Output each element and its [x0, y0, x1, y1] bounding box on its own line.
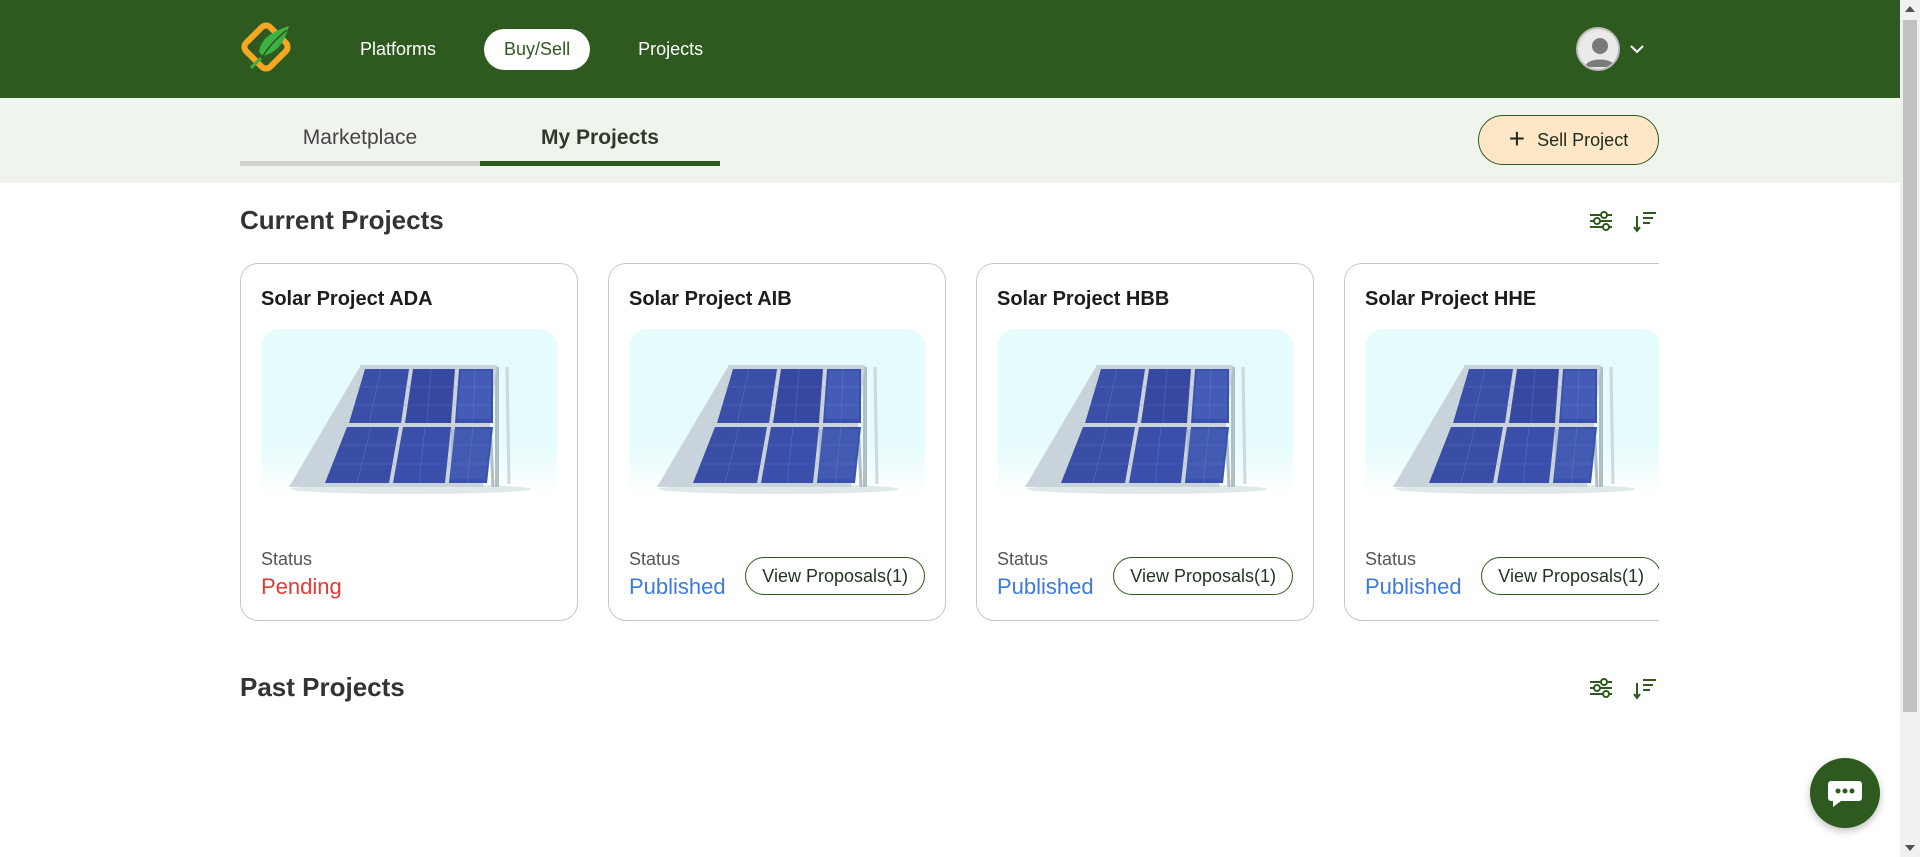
current-projects-carousel[interactable]: Solar Project ADA Status Pending Solar P…: [240, 263, 1659, 621]
project-card-image: [997, 329, 1293, 495]
project-card-footer: Status Pending: [261, 549, 557, 600]
project-cards: Solar Project ADA Status Pending Solar P…: [240, 263, 1659, 621]
view-proposals-button[interactable]: View Proposals(1): [745, 557, 925, 595]
status-label: Status: [1365, 549, 1417, 569]
status-block: Status Pending: [261, 549, 342, 600]
status-block: Status Published: [629, 549, 726, 600]
main-nav: Platforms Buy/Sell Projects: [340, 29, 723, 70]
view-proposals-button[interactable]: View Proposals(1): [1113, 557, 1293, 595]
sub-tab-bar: Marketplace My Projects + Sell Project: [0, 98, 1900, 183]
status-block: Status Published: [997, 549, 1094, 600]
project-card-title: Solar Project HHE: [1365, 288, 1537, 310]
project-card-title: Solar Project AIB: [629, 288, 792, 310]
status-label: Status: [629, 549, 681, 569]
view-proposals-button[interactable]: View Proposals(1): [1481, 557, 1659, 595]
project-card-title: Solar Project ADA: [261, 288, 433, 310]
solar-panel-illustration: [1025, 365, 1267, 494]
project-card[interactable]: Solar Project HHE Status Published View …: [1344, 263, 1659, 621]
filter-sliders-icon[interactable]: [1588, 208, 1614, 234]
solar-panel-illustration: [289, 365, 531, 494]
project-card-title: Solar Project HBB: [997, 288, 1170, 310]
nav-platforms[interactable]: Platforms: [340, 29, 456, 70]
status-value: Published: [629, 574, 726, 599]
sell-project-button[interactable]: + Sell Project: [1478, 115, 1659, 165]
project-card-footer: Status Published View Proposals(1): [629, 549, 925, 600]
status-block: Status Published: [1365, 549, 1462, 600]
sort-icon[interactable]: [1632, 208, 1658, 234]
chevron-down-icon[interactable]: [1628, 40, 1646, 58]
solar-panel-illustration: [1393, 365, 1635, 494]
project-card[interactable]: Solar Project ADA Status Pending: [240, 263, 578, 621]
past-projects-tools: [1588, 675, 1658, 701]
sell-project-label: Sell Project: [1537, 129, 1629, 150]
chat-bubble-icon: [1828, 781, 1862, 807]
plus-icon: +: [1508, 122, 1526, 154]
project-card-image: [629, 329, 925, 495]
current-projects-tools: [1588, 208, 1658, 234]
page-scrollbar[interactable]: [1900, 0, 1920, 857]
logo[interactable]: [239, 18, 317, 80]
past-projects-title: Past Projects: [240, 672, 405, 702]
scroll-down-arrow-icon[interactable]: [1905, 845, 1915, 851]
top-navbar: Platforms Buy/Sell Projects: [0, 0, 1900, 98]
project-card-footer: Status Published View Proposals(1): [997, 549, 1293, 600]
solar-panel-illustration: [657, 365, 899, 494]
user-avatar-icon[interactable]: [1576, 27, 1620, 71]
scroll-up-arrow-icon[interactable]: [1905, 6, 1915, 12]
sort-icon[interactable]: [1632, 675, 1658, 701]
status-value: Published: [997, 574, 1094, 599]
project-card-footer: Status Published View Proposals(1): [1365, 549, 1659, 600]
project-tabs: Marketplace My Projects: [240, 118, 720, 166]
status-label: Status: [997, 549, 1049, 569]
project-card-image: [1365, 329, 1659, 495]
chat-button[interactable]: [1810, 758, 1880, 828]
status-value: Published: [1365, 574, 1462, 599]
nav-buy-sell[interactable]: Buy/Sell: [484, 29, 591, 70]
current-projects-title: Current Projects: [240, 205, 444, 235]
nav-projects[interactable]: Projects: [618, 29, 723, 70]
project-card[interactable]: Solar Project HBB Status Published View …: [976, 263, 1314, 621]
tab-marketplace[interactable]: Marketplace: [240, 118, 480, 166]
profile-menu[interactable]: [1576, 27, 1646, 71]
status-label: Status: [261, 549, 313, 569]
scrollbar-thumb[interactable]: [1903, 20, 1917, 712]
project-card[interactable]: Solar Project AIB Status Published View …: [608, 263, 946, 621]
logo-icon: [241, 22, 291, 72]
filter-sliders-icon[interactable]: [1588, 675, 1614, 701]
project-card-image: [261, 329, 557, 495]
tab-my-projects[interactable]: My Projects: [480, 118, 720, 166]
status-value: Pending: [261, 574, 342, 599]
